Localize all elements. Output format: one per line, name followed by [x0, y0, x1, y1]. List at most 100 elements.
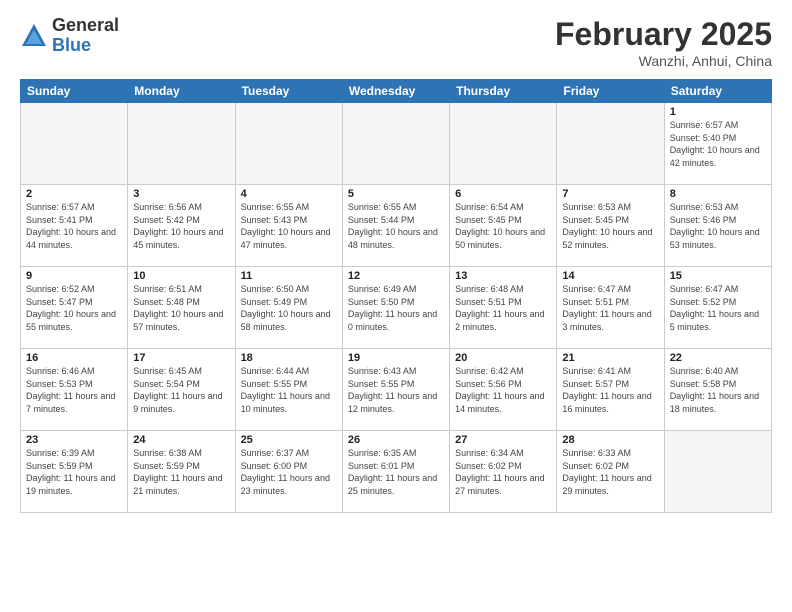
- calendar-cell-4-2: 25Sunrise: 6:37 AM Sunset: 6:00 PM Dayli…: [235, 431, 342, 513]
- day-info-1-3: Sunrise: 6:55 AM Sunset: 5:44 PM Dayligh…: [348, 201, 444, 251]
- header-tuesday: Tuesday: [235, 80, 342, 103]
- calendar-cell-1-3: 5Sunrise: 6:55 AM Sunset: 5:44 PM Daylig…: [342, 185, 449, 267]
- day-info-2-4: Sunrise: 6:48 AM Sunset: 5:51 PM Dayligh…: [455, 283, 551, 333]
- month-title: February 2025: [555, 16, 772, 53]
- calendar-cell-4-6: [664, 431, 771, 513]
- calendar-cell-1-5: 7Sunrise: 6:53 AM Sunset: 5:45 PM Daylig…: [557, 185, 664, 267]
- day-number-3-4: 20: [455, 352, 551, 364]
- calendar-cell-4-4: 27Sunrise: 6:34 AM Sunset: 6:02 PM Dayli…: [450, 431, 557, 513]
- day-number-1-5: 7: [562, 188, 658, 200]
- day-number-4-3: 26: [348, 434, 444, 446]
- week-row-4: 23Sunrise: 6:39 AM Sunset: 5:59 PM Dayli…: [21, 431, 772, 513]
- calendar-cell-2-4: 13Sunrise: 6:48 AM Sunset: 5:51 PM Dayli…: [450, 267, 557, 349]
- day-number-4-4: 27: [455, 434, 551, 446]
- day-number-0-6: 1: [670, 106, 766, 118]
- title-area: February 2025 Wanzhi, Anhui, China: [555, 16, 772, 69]
- week-row-0: 1Sunrise: 6:57 AM Sunset: 5:40 PM Daylig…: [21, 103, 772, 185]
- day-number-3-2: 18: [241, 352, 337, 364]
- calendar-cell-0-4: [450, 103, 557, 185]
- day-info-1-6: Sunrise: 6:53 AM Sunset: 5:46 PM Dayligh…: [670, 201, 766, 251]
- calendar-cell-3-6: 22Sunrise: 6:40 AM Sunset: 5:58 PM Dayli…: [664, 349, 771, 431]
- day-number-2-1: 10: [133, 270, 229, 282]
- calendar-cell-3-1: 17Sunrise: 6:45 AM Sunset: 5:54 PM Dayli…: [128, 349, 235, 431]
- calendar-cell-2-1: 10Sunrise: 6:51 AM Sunset: 5:48 PM Dayli…: [128, 267, 235, 349]
- week-row-1: 2Sunrise: 6:57 AM Sunset: 5:41 PM Daylig…: [21, 185, 772, 267]
- day-number-4-1: 24: [133, 434, 229, 446]
- day-info-4-5: Sunrise: 6:33 AM Sunset: 6:02 PM Dayligh…: [562, 447, 658, 497]
- logo-general-text: General: [52, 16, 119, 36]
- day-number-3-0: 16: [26, 352, 122, 364]
- day-number-2-6: 15: [670, 270, 766, 282]
- day-number-3-1: 17: [133, 352, 229, 364]
- calendar-cell-2-5: 14Sunrise: 6:47 AM Sunset: 5:51 PM Dayli…: [557, 267, 664, 349]
- day-number-1-2: 4: [241, 188, 337, 200]
- calendar-body: 1Sunrise: 6:57 AM Sunset: 5:40 PM Daylig…: [21, 103, 772, 513]
- header-wednesday: Wednesday: [342, 80, 449, 103]
- logo-blue-text: Blue: [52, 36, 119, 56]
- day-info-1-1: Sunrise: 6:56 AM Sunset: 5:42 PM Dayligh…: [133, 201, 229, 251]
- day-info-0-6: Sunrise: 6:57 AM Sunset: 5:40 PM Dayligh…: [670, 119, 766, 169]
- day-number-2-0: 9: [26, 270, 122, 282]
- day-info-4-3: Sunrise: 6:35 AM Sunset: 6:01 PM Dayligh…: [348, 447, 444, 497]
- calendar-table: Sunday Monday Tuesday Wednesday Thursday…: [20, 79, 772, 513]
- day-info-4-4: Sunrise: 6:34 AM Sunset: 6:02 PM Dayligh…: [455, 447, 551, 497]
- subtitle: Wanzhi, Anhui, China: [555, 53, 772, 69]
- day-info-2-1: Sunrise: 6:51 AM Sunset: 5:48 PM Dayligh…: [133, 283, 229, 333]
- day-number-1-4: 6: [455, 188, 551, 200]
- day-info-3-5: Sunrise: 6:41 AM Sunset: 5:57 PM Dayligh…: [562, 365, 658, 415]
- day-info-4-0: Sunrise: 6:39 AM Sunset: 5:59 PM Dayligh…: [26, 447, 122, 497]
- logo-text: General Blue: [52, 16, 119, 56]
- day-number-2-3: 12: [348, 270, 444, 282]
- day-number-4-5: 28: [562, 434, 658, 446]
- calendar-cell-4-0: 23Sunrise: 6:39 AM Sunset: 5:59 PM Dayli…: [21, 431, 128, 513]
- calendar-cell-4-1: 24Sunrise: 6:38 AM Sunset: 5:59 PM Dayli…: [128, 431, 235, 513]
- day-info-3-2: Sunrise: 6:44 AM Sunset: 5:55 PM Dayligh…: [241, 365, 337, 415]
- day-number-1-3: 5: [348, 188, 444, 200]
- day-info-1-5: Sunrise: 6:53 AM Sunset: 5:45 PM Dayligh…: [562, 201, 658, 251]
- day-info-3-6: Sunrise: 6:40 AM Sunset: 5:58 PM Dayligh…: [670, 365, 766, 415]
- header-friday: Friday: [557, 80, 664, 103]
- day-number-2-2: 11: [241, 270, 337, 282]
- calendar-cell-1-6: 8Sunrise: 6:53 AM Sunset: 5:46 PM Daylig…: [664, 185, 771, 267]
- calendar-cell-2-3: 12Sunrise: 6:49 AM Sunset: 5:50 PM Dayli…: [342, 267, 449, 349]
- calendar-cell-4-3: 26Sunrise: 6:35 AM Sunset: 6:01 PM Dayli…: [342, 431, 449, 513]
- day-number-1-0: 2: [26, 188, 122, 200]
- calendar-cell-2-2: 11Sunrise: 6:50 AM Sunset: 5:49 PM Dayli…: [235, 267, 342, 349]
- day-number-3-5: 21: [562, 352, 658, 364]
- calendar-header: Sunday Monday Tuesday Wednesday Thursday…: [21, 80, 772, 103]
- header-sunday: Sunday: [21, 80, 128, 103]
- day-number-4-0: 23: [26, 434, 122, 446]
- day-info-3-0: Sunrise: 6:46 AM Sunset: 5:53 PM Dayligh…: [26, 365, 122, 415]
- calendar-cell-3-2: 18Sunrise: 6:44 AM Sunset: 5:55 PM Dayli…: [235, 349, 342, 431]
- day-info-4-1: Sunrise: 6:38 AM Sunset: 5:59 PM Dayligh…: [133, 447, 229, 497]
- day-info-2-5: Sunrise: 6:47 AM Sunset: 5:51 PM Dayligh…: [562, 283, 658, 333]
- calendar-cell-0-0: [21, 103, 128, 185]
- day-info-1-2: Sunrise: 6:55 AM Sunset: 5:43 PM Dayligh…: [241, 201, 337, 251]
- calendar-cell-3-3: 19Sunrise: 6:43 AM Sunset: 5:55 PM Dayli…: [342, 349, 449, 431]
- day-number-3-3: 19: [348, 352, 444, 364]
- day-info-2-2: Sunrise: 6:50 AM Sunset: 5:49 PM Dayligh…: [241, 283, 337, 333]
- day-number-1-1: 3: [133, 188, 229, 200]
- calendar-cell-1-1: 3Sunrise: 6:56 AM Sunset: 5:42 PM Daylig…: [128, 185, 235, 267]
- day-number-4-2: 25: [241, 434, 337, 446]
- day-info-2-0: Sunrise: 6:52 AM Sunset: 5:47 PM Dayligh…: [26, 283, 122, 333]
- calendar-cell-0-2: [235, 103, 342, 185]
- day-info-1-0: Sunrise: 6:57 AM Sunset: 5:41 PM Dayligh…: [26, 201, 122, 251]
- logo-icon: [20, 22, 48, 50]
- calendar-cell-3-4: 20Sunrise: 6:42 AM Sunset: 5:56 PM Dayli…: [450, 349, 557, 431]
- page: General Blue February 2025 Wanzhi, Anhui…: [0, 0, 792, 612]
- day-number-2-4: 13: [455, 270, 551, 282]
- header-thursday: Thursday: [450, 80, 557, 103]
- calendar-cell-2-6: 15Sunrise: 6:47 AM Sunset: 5:52 PM Dayli…: [664, 267, 771, 349]
- logo: General Blue: [20, 16, 119, 56]
- day-number-3-6: 22: [670, 352, 766, 364]
- header: General Blue February 2025 Wanzhi, Anhui…: [20, 16, 772, 69]
- day-info-2-6: Sunrise: 6:47 AM Sunset: 5:52 PM Dayligh…: [670, 283, 766, 333]
- calendar-cell-1-2: 4Sunrise: 6:55 AM Sunset: 5:43 PM Daylig…: [235, 185, 342, 267]
- day-number-2-5: 14: [562, 270, 658, 282]
- calendar-cell-1-0: 2Sunrise: 6:57 AM Sunset: 5:41 PM Daylig…: [21, 185, 128, 267]
- calendar-cell-1-4: 6Sunrise: 6:54 AM Sunset: 5:45 PM Daylig…: [450, 185, 557, 267]
- day-info-3-4: Sunrise: 6:42 AM Sunset: 5:56 PM Dayligh…: [455, 365, 551, 415]
- week-row-2: 9Sunrise: 6:52 AM Sunset: 5:47 PM Daylig…: [21, 267, 772, 349]
- header-row: Sunday Monday Tuesday Wednesday Thursday…: [21, 80, 772, 103]
